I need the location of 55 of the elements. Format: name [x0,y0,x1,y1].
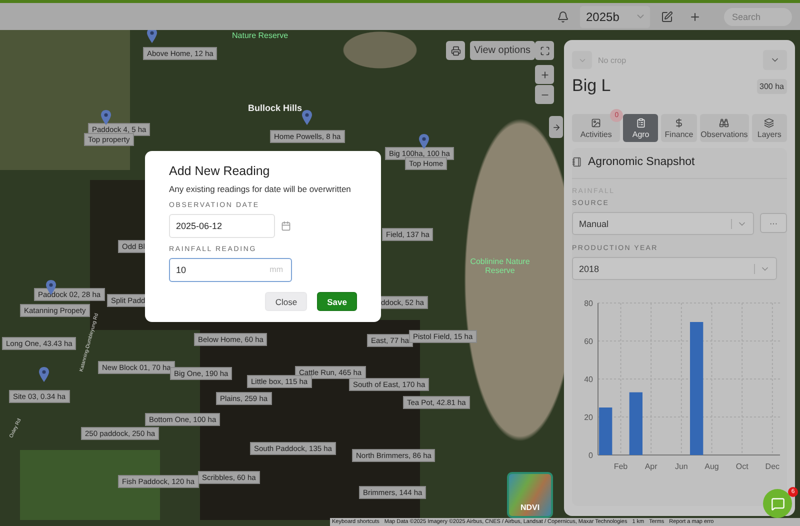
print-icon[interactable] [446,41,465,60]
date-field[interactable]: 2025-06-12 [169,214,275,238]
axis-tick-label: 40 [584,375,593,384]
ndvi-layer-button[interactable]: NDVI [507,472,553,518]
rainfall-bar [629,392,642,455]
place-name: Bullock Hills [248,104,302,114]
close-button[interactable]: Close [265,292,308,311]
view-options-button[interactable]: View options [470,41,535,60]
zoom-in-icon[interactable] [535,65,554,84]
map-pin-icon[interactable] [419,134,429,149]
more-button[interactable]: ··· [760,213,787,233]
dialog-title: Add New Reading [169,164,271,178]
source-select[interactable]: Manual [572,212,754,235]
chat-bubble-icon [770,496,784,510]
map-pin-icon[interactable] [39,367,49,382]
binoculars-icon [719,118,730,128]
axis-tick-label: Aug [704,462,719,471]
section-title: Agronomic Snapshot [588,156,695,168]
arrow-right-icon[interactable] [549,116,563,138]
axis-tick-label: Apr [644,462,658,471]
axis-tick-label: 80 [584,299,593,308]
map-pin-icon[interactable] [147,30,157,43]
reserve-name: Coblinine Nature Reserve [470,258,530,276]
dialog-subtitle: Any existing readings for date will be overwritten [169,184,352,194]
panel-tab[interactable]: Layers [752,114,787,142]
axis-tick-label: Feb [614,462,628,471]
image-icon [591,118,602,128]
axis-tick-label: Dec [765,462,780,471]
rainfall-bar [599,408,612,455]
map-pin-icon[interactable] [302,110,312,125]
axis-tick-label: Oct [736,462,748,471]
panel-tab[interactable]: Agro [623,114,658,142]
layers-icon [764,118,774,128]
map-pin-icon[interactable] [101,110,111,125]
production-year-select[interactable]: 2018 [572,257,777,280]
clipboard-icon [636,118,646,128]
axis-tick-label: 20 [584,413,593,422]
zoom-out-icon[interactable] [535,85,554,104]
reserve-name: Nature Reserve [232,32,288,41]
calendar-icon[interactable] [281,221,291,231]
dollar-icon [674,118,684,128]
axis-tick-label: 60 [584,337,593,346]
panel-tab[interactable]: Observations [700,114,749,142]
axis-tick-label: Jun [674,462,688,471]
save-button[interactable]: Save [317,292,357,311]
axis-tick-label: 0 [588,451,593,460]
chevron-down-icon [572,51,592,69]
area-badge: 300 ha [756,78,787,94]
unit-label: mm [270,265,283,274]
year-select[interactable]: 2025b [580,6,650,28]
notebook-icon [572,157,582,167]
paddock-title: Big L [572,76,611,96]
search-field[interactable]: Search [724,8,792,26]
panel-tab[interactable]: Finance [661,114,697,142]
fullscreen-icon[interactable] [535,41,554,60]
